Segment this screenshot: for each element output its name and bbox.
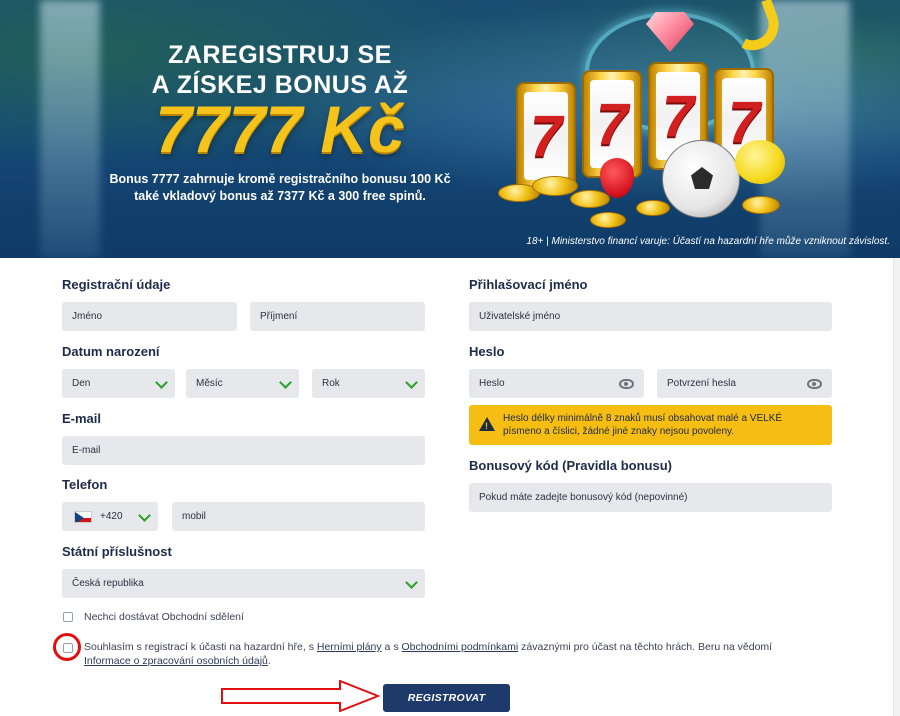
banner-subtitle-2: také vkladový bonus až 7377 Kč a 300 fre… <box>134 189 426 203</box>
phone-input[interactable]: mobil <box>172 502 425 531</box>
coin-icon <box>590 212 626 228</box>
email-label: E-mail <box>62 411 102 426</box>
coin-icon <box>742 196 780 214</box>
year-select-value: Rok <box>322 378 340 389</box>
banner-headline-1: ZAREGISTRUJ SE <box>168 41 392 69</box>
coin-icon <box>532 176 578 196</box>
slot-reel: 7 <box>516 82 576 190</box>
consent-text-part: závaznými pro účast na těchto hrách. Ber… <box>518 641 773 653</box>
bonus-code-label: Bonusový kód (Pravidla bonusu) <box>469 458 672 473</box>
birthdate-label: Datum narození <box>62 344 160 359</box>
strawberry-icon <box>600 158 634 198</box>
newsletter-optout-label: Nechci dostávat Obchodní sdělení <box>84 611 244 623</box>
day-select[interactable]: Den <box>62 369 175 398</box>
nationality-label: Státní příslušnost <box>62 544 172 559</box>
lemon-icon <box>735 140 785 184</box>
nationality-value: Česká republika <box>72 578 144 589</box>
banner-subtitle-1: Bonus 7777 zahrnuje kromě registračního … <box>109 172 451 186</box>
phone-label: Telefon <box>62 477 108 492</box>
annotation-circle <box>53 633 81 661</box>
eye-icon[interactable] <box>807 379 822 389</box>
register-button[interactable]: REGISTROVAT <box>383 684 510 712</box>
password-warning-text-1: Heslo délky minimálně 8 znaků musí obsah… <box>503 413 783 424</box>
consent-text: Souhlasím s registrací k účasti na hazar… <box>84 640 844 668</box>
arrow-annotation-icon <box>221 680 380 712</box>
password-label: Heslo <box>469 344 505 359</box>
eye-icon[interactable] <box>619 379 634 389</box>
bonus-code-input[interactable]: Pokud máte zadejte bonusový kód (nepovin… <box>469 483 832 512</box>
last-name-input[interactable]: Příjmení <box>250 302 425 331</box>
month-select-value: Měsíc <box>196 378 223 389</box>
coin-icon <box>570 190 610 208</box>
consent-text-part: Souhlasím s registrací k účasti na hazar… <box>84 641 317 653</box>
phone-prefix-select[interactable]: +420 <box>62 502 158 531</box>
password-input[interactable]: Heslo <box>469 369 644 398</box>
password-confirm-placeholder: Potvrzení hesla <box>667 378 736 389</box>
promo-banner: ZAREGISTRUJ SE A ZÍSKEJ BONUS AŽ 7777 Kč… <box>0 0 900 258</box>
phone-prefix-value: +420 <box>100 511 123 522</box>
consent-text-part: a s <box>381 641 402 653</box>
chevron-down-icon <box>405 376 418 389</box>
chevron-down-icon <box>279 376 292 389</box>
consent-text-part: . <box>267 655 271 667</box>
username-label: Přihlašovací jméno <box>469 277 588 292</box>
first-name-input[interactable]: Jméno <box>62 302 237 331</box>
coin-icon <box>636 200 670 216</box>
newsletter-optout-checkbox[interactable] <box>63 612 73 622</box>
privacy-info-link[interactable]: Informace o zpracování osobních údajů <box>84 655 268 667</box>
registration-section-label: Registrační údaje <box>62 277 171 292</box>
password-placeholder: Heslo <box>479 378 505 389</box>
gambling-disclaimer: 18+ | Ministerstvo financí varuje: Účast… <box>526 236 890 247</box>
password-confirm-input[interactable]: Potvrzení hesla <box>657 369 832 398</box>
chevron-down-icon <box>405 576 418 589</box>
email-input[interactable]: E-mail <box>62 436 425 465</box>
nationality-select[interactable]: Česká republika <box>62 569 425 598</box>
password-warning-text-2: písmeno a číslici, žádné jiné znaky nejs… <box>503 426 735 437</box>
year-select[interactable]: Rok <box>312 369 425 398</box>
terms-link[interactable]: Obchodními podmínkami <box>401 641 518 653</box>
scrollbar[interactable] <box>893 258 900 716</box>
warning-icon: ! <box>479 417 495 431</box>
waterfall-decoration <box>40 0 100 258</box>
game-plans-link[interactable]: Herními plány <box>317 641 382 653</box>
czech-flag-icon <box>74 511 92 523</box>
banner-amount: 7777 Kč <box>155 92 405 166</box>
chevron-down-icon <box>138 509 151 522</box>
username-input[interactable]: Uživatelské jméno <box>469 302 832 331</box>
football-icon <box>662 140 740 218</box>
password-warning: ! Heslo délky minimálně 8 znaků musí obs… <box>469 405 832 445</box>
day-select-value: Den <box>72 378 91 389</box>
chevron-down-icon <box>155 376 168 389</box>
month-select[interactable]: Měsíc <box>186 369 299 398</box>
